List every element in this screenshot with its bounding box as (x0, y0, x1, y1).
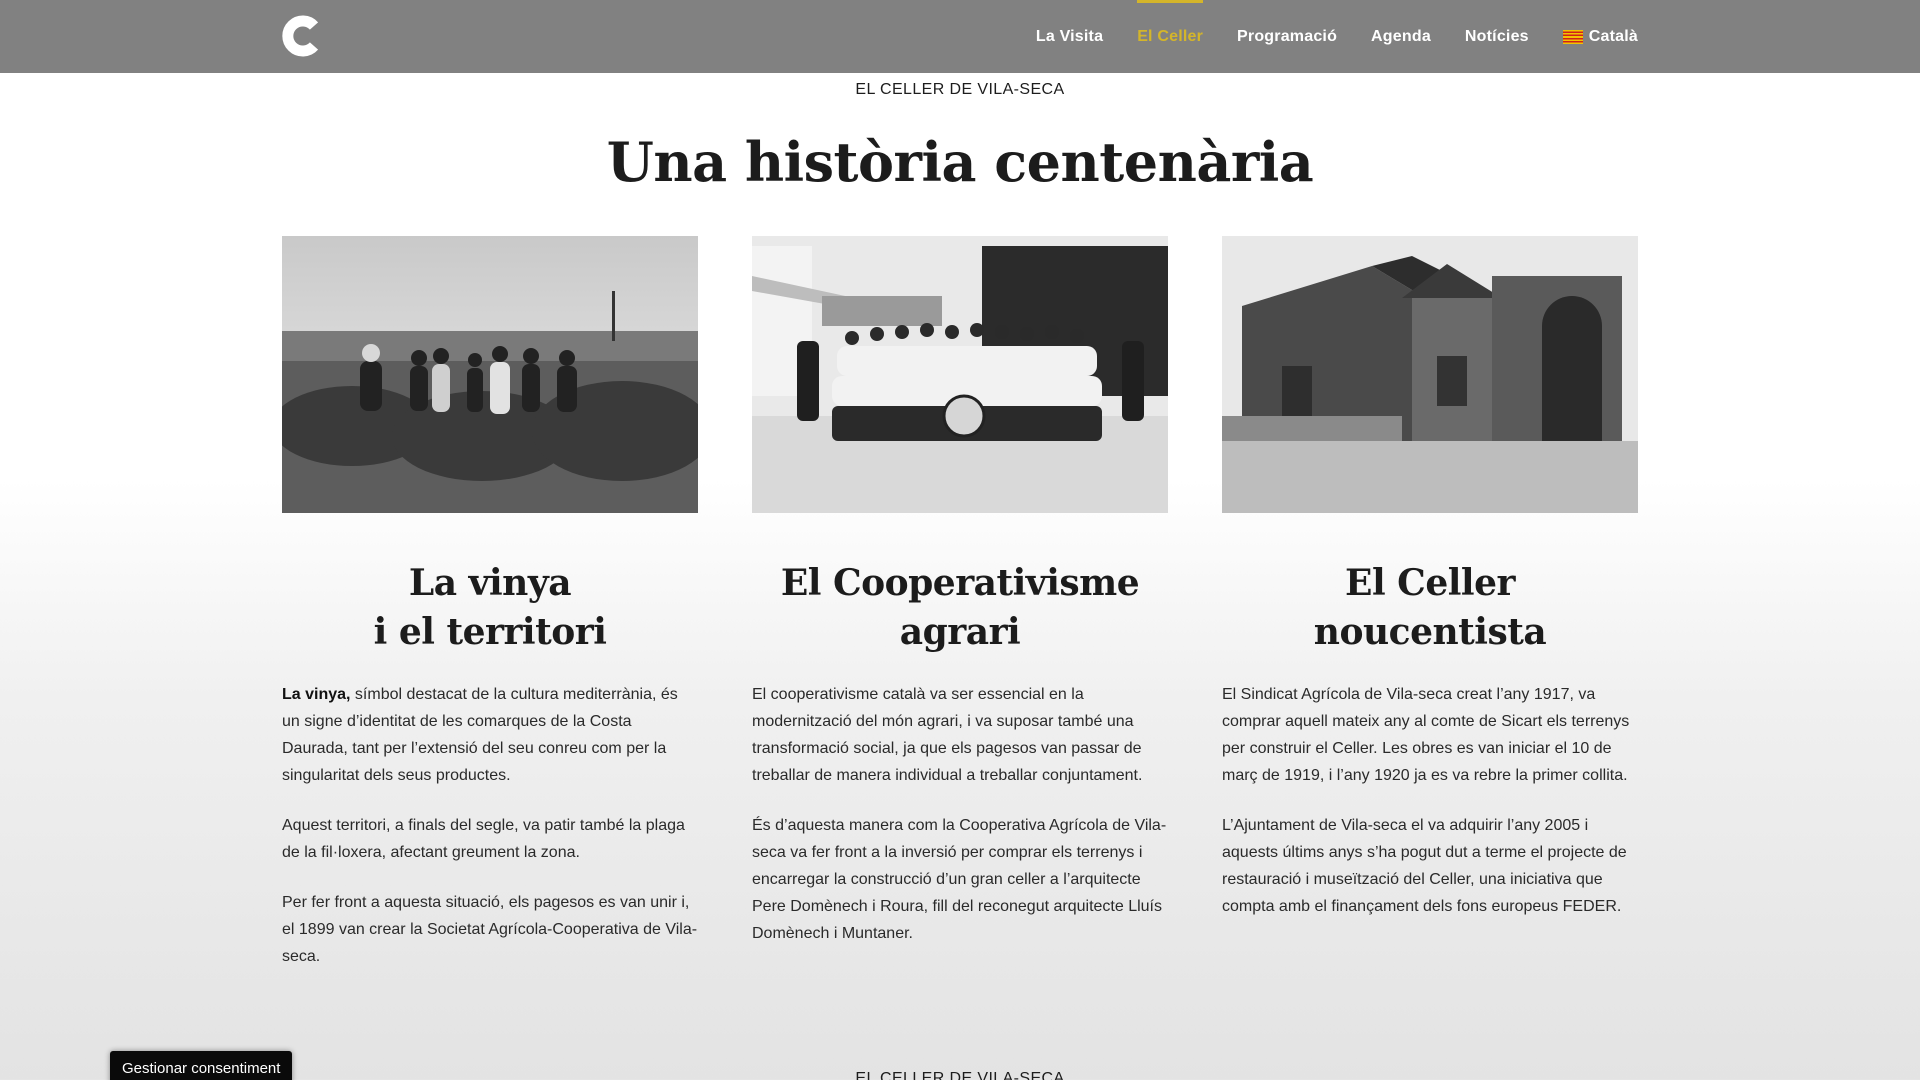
title-line: La vinya (408, 562, 572, 604)
title-line: noucentista (1313, 611, 1547, 653)
paragraph-text: Per fer front a aquesta situació, els pa… (282, 894, 698, 965)
column-cooperativisme: El Cooperativisme agrari El cooperativis… (752, 236, 1168, 947)
bold-lead: La vinya, (282, 686, 351, 703)
nav-label: Agenda (1371, 27, 1431, 45)
paragraph-text: El cooperativisme català va ser essencia… (752, 686, 1143, 784)
paragraph: El Sindicat Agrícola de Vila-seca creat … (1222, 681, 1638, 789)
nav-la-visita[interactable]: La Visita (1036, 0, 1103, 73)
title-line: i el territori (373, 611, 607, 653)
title-line: El Celler (1345, 562, 1515, 604)
paragraph: L’Ajuntament de Vila-seca el va adquirir… (1222, 812, 1638, 920)
cooperative-group-photo (752, 236, 1168, 513)
column-celler: El Celler noucentista El Sindicat Agríco… (1222, 236, 1638, 920)
catalan-flag-icon (1562, 29, 1583, 44)
paragraph-text: És d’aquesta manera com la Cooperativa A… (752, 817, 1167, 942)
nav-label: La Visita (1035, 27, 1104, 45)
nav-label: Programació (1237, 27, 1338, 45)
paragraph-text: L’Ajuntament de Vila-seca el va adquirir… (1222, 817, 1627, 915)
column-title: El Celler noucentista (1222, 559, 1638, 657)
column-title: La vinya i el territori (282, 559, 698, 657)
celler-building-photo (1222, 236, 1638, 513)
nav-label: El Celler (1137, 27, 1204, 45)
vineyard-workers-photo (282, 236, 698, 513)
site-header: La Visita El Celler Programació Agenda N… (0, 0, 1920, 73)
nav-agenda[interactable]: Agenda (1371, 0, 1431, 73)
nav-noticies[interactable]: Notícies (1465, 0, 1529, 73)
paragraph: És d’aquesta manera com la Cooperativa A… (752, 812, 1168, 947)
section-eyebrow: EL CELLER DE VILA-SECA (855, 81, 1065, 98)
paragraph-text: El Sindicat Agrícola de Vila-seca creat … (1222, 686, 1630, 784)
language-label: Català (1588, 27, 1638, 45)
paragraph-text: Aquest territori, a finals del segle, va… (282, 817, 685, 861)
title-line: El Cooperativisme (780, 562, 1140, 604)
paragraph: Per fer front a aquesta situació, els pa… (282, 889, 698, 970)
column-title: El Cooperativisme agrari (752, 559, 1168, 657)
paragraph: Aquest territori, a finals del segle, va… (282, 812, 698, 866)
nav-el-celler[interactable]: El Celler (1137, 0, 1203, 73)
language-selector[interactable]: Català (1562, 0, 1638, 73)
page-title: Una història centenària (606, 130, 1314, 194)
nav-label: Notícies (1464, 27, 1529, 45)
nav-programacio[interactable]: Programació (1237, 0, 1337, 73)
paragraph: La vinya, símbol destacat de la cultura … (282, 681, 698, 789)
title-line: agrari (899, 611, 1021, 653)
paragraph: El cooperativisme català va ser essencia… (752, 681, 1168, 789)
manage-consent-button[interactable]: Gestionar consentiment (110, 1051, 293, 1080)
column-vinya: La vinya i el territori La vinya, símbol… (282, 236, 698, 970)
site-logo-icon[interactable] (282, 15, 322, 57)
main-nav: La Visita El Celler Programació Agenda N… (1036, 0, 1638, 73)
